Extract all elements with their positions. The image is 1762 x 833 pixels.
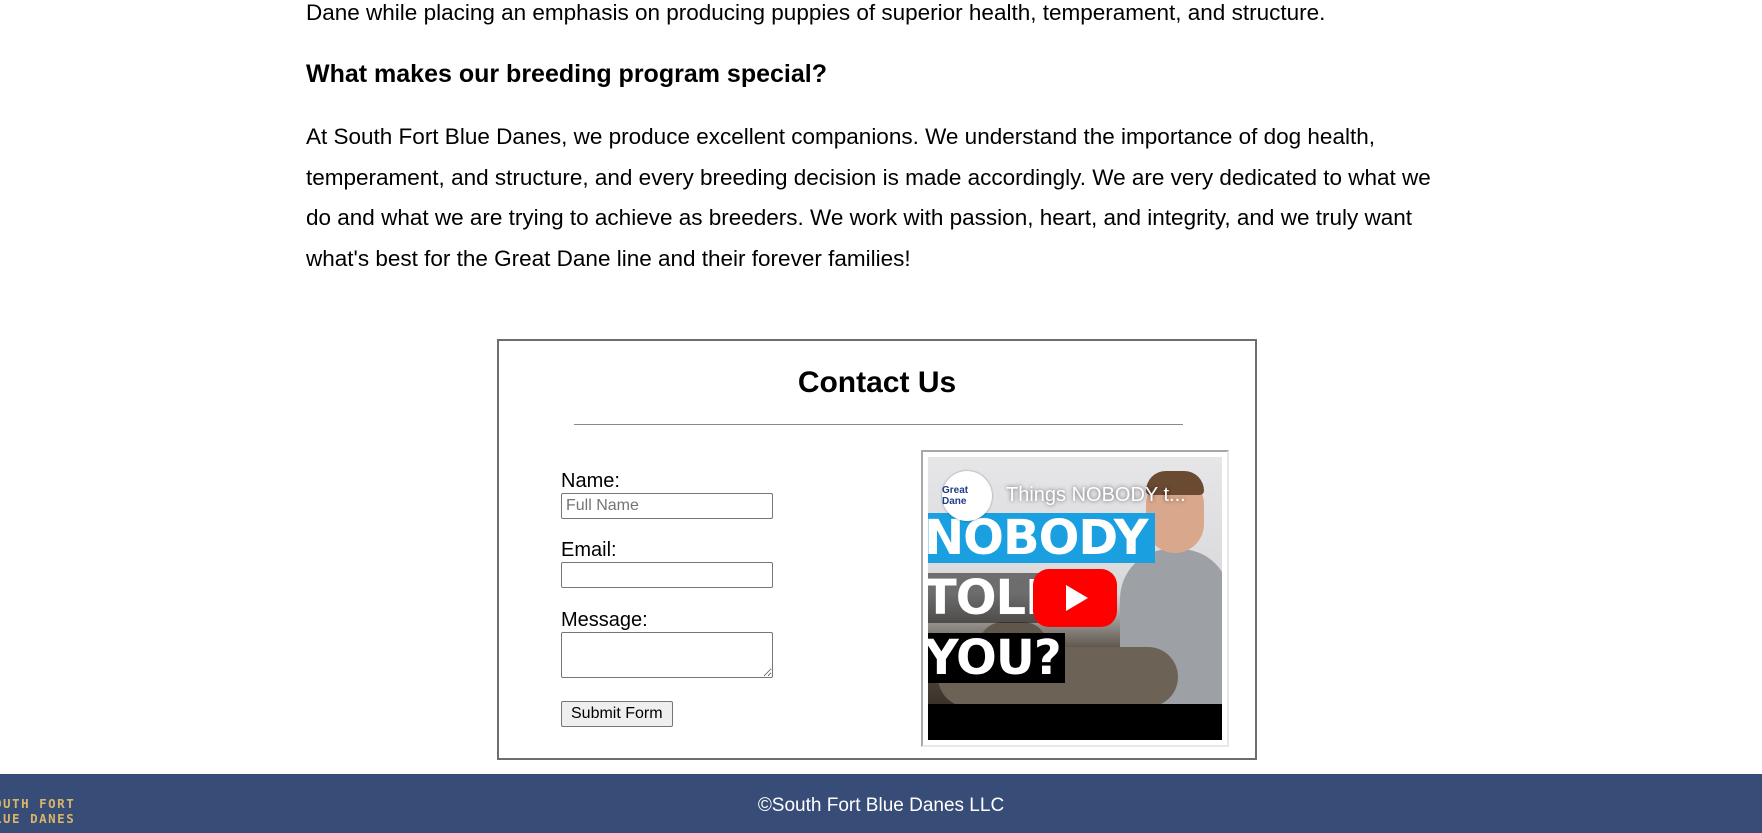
youtube-video-player[interactable]: NOBODY TOLD YOU? Great Dane Things NOBOD… — [928, 457, 1222, 740]
contact-divider — [574, 424, 1183, 425]
email-label: Email: — [561, 539, 617, 561]
section-paragraph: At South Fort Blue Danes, we produce exc… — [306, 124, 1431, 271]
channel-avatar-icon[interactable]: Great Dane — [942, 471, 992, 521]
contact-form-box: Contact Us Name: Email: Message: Submit … — [497, 339, 1257, 760]
contact-title: Contact Us — [797, 366, 957, 399]
video-title[interactable]: Things NOBODY t... — [1006, 484, 1186, 507]
channel-logo-text: Great Dane — [942, 485, 969, 507]
copyright-text: ©South Fort Blue Danes LLC — [757, 795, 1005, 816]
intro-paragraph: Dane while placing an emphasis on produc… — [306, 0, 1326, 25]
play-icon — [1066, 585, 1088, 611]
section-heading: What makes our breeding program special? — [306, 60, 827, 88]
thumbnail-word: YOU? — [928, 633, 1065, 683]
submit-form-button[interactable]: Submit Form — [561, 701, 673, 727]
name-input[interactable] — [561, 493, 773, 519]
play-button[interactable] — [1033, 569, 1117, 627]
message-label: Message: — [561, 609, 648, 631]
footer: OUTH FORT LUE DANES ©South Fort Blue Dan… — [0, 774, 1762, 833]
message-textarea[interactable] — [561, 632, 773, 678]
email-input[interactable] — [561, 562, 773, 588]
name-label: Name: — [561, 470, 620, 492]
video-embed-frame: NOBODY TOLD YOU? Great Dane Things NOBOD… — [921, 450, 1229, 747]
